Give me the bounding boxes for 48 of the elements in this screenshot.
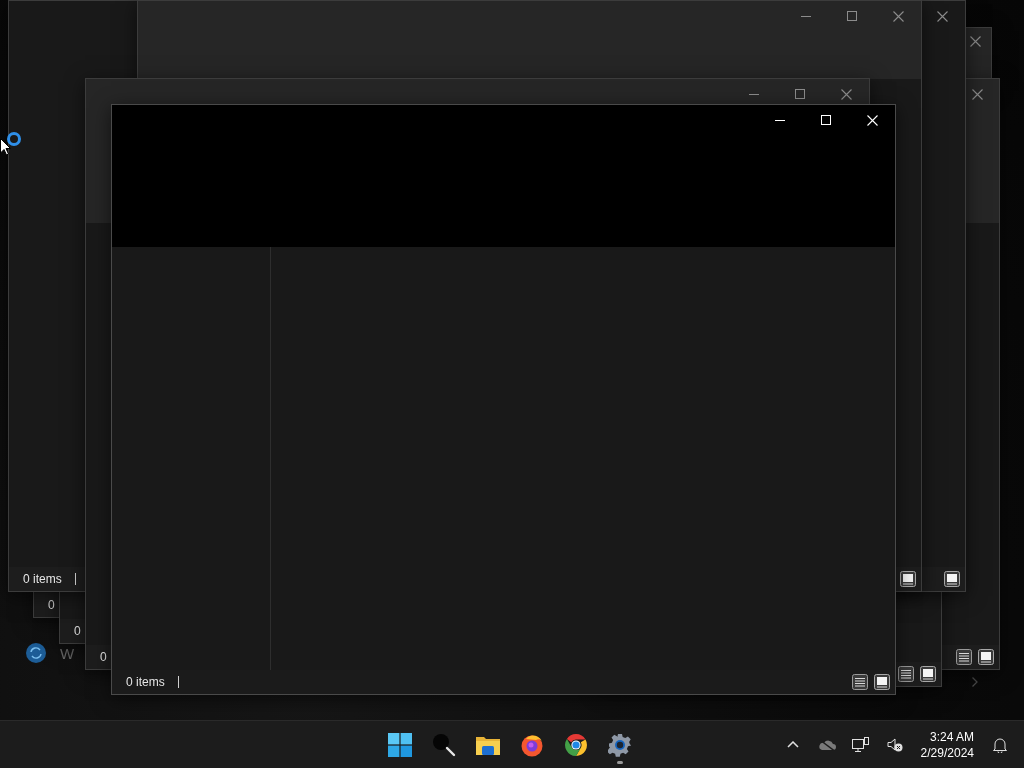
large-icons-view-button[interactable] — [919, 665, 937, 683]
close-icon — [969, 35, 981, 47]
maximize-icon — [821, 115, 831, 125]
details-view-icon — [956, 649, 972, 665]
search-icon — [432, 732, 456, 757]
network-icon — [851, 736, 870, 753]
maximize-icon — [847, 11, 857, 21]
item-count: 0 — [74, 624, 81, 638]
bell-icon — [993, 736, 1007, 753]
settings-icon — [608, 732, 632, 757]
cloud-off-icon — [817, 738, 836, 751]
sync-icon — [26, 643, 46, 663]
details-view-button[interactable] — [897, 665, 915, 683]
close-icon — [840, 88, 852, 100]
large-icons-view-icon — [944, 571, 960, 587]
speaker-muted-icon — [886, 737, 903, 752]
large-icons-view-button[interactable] — [873, 673, 891, 691]
close-icon — [936, 10, 948, 22]
start-icon — [388, 732, 412, 757]
item-count: 0 — [48, 598, 55, 612]
minimize-icon — [749, 93, 759, 95]
maximize-icon — [795, 89, 805, 99]
minimize-icon — [801, 15, 811, 17]
minimize-icon — [775, 119, 785, 121]
close-icon — [866, 114, 878, 126]
large-icons-view-icon — [874, 674, 890, 690]
chevron-up-icon — [786, 741, 799, 748]
running-indicator — [617, 760, 623, 764]
large-icons-view-icon — [900, 571, 916, 587]
large-icons-view-icon — [920, 666, 936, 682]
details-view-button[interactable] — [955, 648, 973, 666]
chevron-right-icon — [972, 677, 978, 687]
details-view-icon — [852, 674, 868, 690]
large-icons-view-button[interactable] — [899, 570, 917, 588]
busy-icon — [6, 131, 22, 147]
item-count: 0 items — [23, 572, 62, 586]
details-view-button[interactable] — [851, 673, 869, 691]
large-icons-view-button[interactable] — [943, 570, 961, 588]
large-icons-view-button[interactable] — [977, 648, 995, 666]
item-count: 0 — [100, 650, 107, 664]
details-view-icon — [898, 666, 914, 682]
round-browser-icon — [564, 732, 588, 757]
pointer-icon — [0, 138, 11, 156]
clock[interactable]: 3:24 AM 2/29/2024 — [916, 728, 978, 761]
close-icon — [971, 88, 983, 100]
close-icon — [892, 10, 904, 22]
large-icons-view-icon — [978, 649, 994, 665]
item-count: 0 items — [126, 675, 165, 689]
